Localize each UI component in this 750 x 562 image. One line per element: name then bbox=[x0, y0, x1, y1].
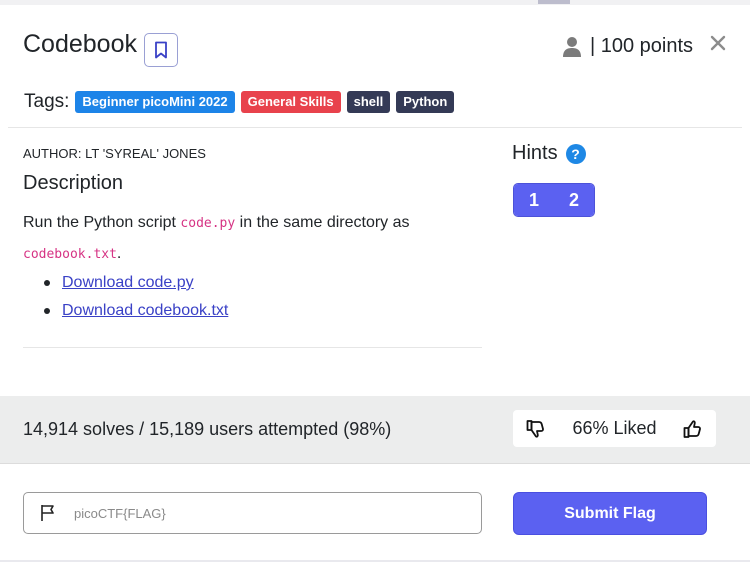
solves-count: 14,914 solves / 15,189 users attempted (… bbox=[23, 419, 392, 439]
close-button[interactable] bbox=[708, 33, 728, 53]
form-divider bbox=[0, 463, 750, 464]
hint-button-2[interactable]: 2 bbox=[554, 184, 594, 216]
flag-input[interactable] bbox=[74, 505, 434, 521]
hints-heading: Hints ? bbox=[512, 142, 586, 165]
tag-badge[interactable]: shell bbox=[346, 91, 391, 113]
points-label: | 100 points bbox=[589, 35, 693, 57]
flag-field[interactable] bbox=[23, 492, 482, 534]
hint-button-1[interactable]: 1 bbox=[514, 184, 554, 216]
help-icon[interactable]: ? bbox=[565, 143, 586, 164]
description-heading: Description bbox=[23, 172, 124, 194]
thumbs-up-button[interactable] bbox=[683, 419, 703, 439]
author-line: AUTHOR: LT 'SYREAL' JONES bbox=[23, 146, 206, 161]
list-item: Download code.py bbox=[44, 274, 228, 292]
list-item: Download codebook.txt bbox=[44, 302, 228, 320]
code-filename: codebook.txt bbox=[23, 247, 117, 262]
description-text: Run the Python script bbox=[23, 214, 181, 231]
tags-label: Tags: bbox=[24, 91, 70, 112]
bullet bbox=[44, 308, 50, 314]
description-divider bbox=[23, 347, 482, 348]
bookmark-icon bbox=[155, 41, 167, 59]
bullet bbox=[44, 280, 50, 286]
submit-flag-button[interactable]: Submit Flag bbox=[513, 492, 707, 535]
download-codebook-link[interactable]: Download codebook.txt bbox=[62, 302, 228, 320]
points-display: | 100 points bbox=[562, 35, 693, 58]
flag-icon bbox=[40, 504, 56, 522]
tags-row: Tags: Beginner picoMini 2022 General Ski… bbox=[24, 91, 460, 113]
download-code-link[interactable]: Download code.py bbox=[62, 274, 194, 292]
liked-percentage: 66% Liked bbox=[572, 418, 657, 438]
tag-badge[interactable]: Python bbox=[396, 91, 455, 113]
thumbs-down-button[interactable] bbox=[526, 419, 546, 439]
hints-label: Hints bbox=[512, 142, 558, 164]
like-widget: 66% Liked bbox=[513, 410, 716, 447]
challenge-title: Codebook bbox=[23, 30, 137, 58]
close-icon bbox=[710, 35, 726, 51]
description-text: in the same directory as bbox=[235, 214, 410, 231]
bookmark-button[interactable] bbox=[144, 33, 178, 67]
user-icon bbox=[562, 36, 582, 58]
description-line-2: codebook.txt. bbox=[23, 245, 121, 263]
code-filename: code.py bbox=[180, 216, 236, 231]
hint-button-group: 1 2 bbox=[513, 183, 595, 217]
description-line-1: Run the Python script code.py in the sam… bbox=[23, 214, 410, 232]
header-divider bbox=[8, 127, 742, 128]
thumbs-up-icon bbox=[683, 419, 701, 438]
description-text: . bbox=[116, 245, 122, 262]
tag-badge[interactable]: General Skills bbox=[240, 91, 341, 113]
background-artifact bbox=[538, 0, 570, 4]
thumbs-down-icon bbox=[526, 419, 544, 438]
download-list: Download code.py Download codebook.txt bbox=[44, 274, 228, 330]
tag-badge[interactable]: Beginner picoMini 2022 bbox=[75, 91, 235, 113]
